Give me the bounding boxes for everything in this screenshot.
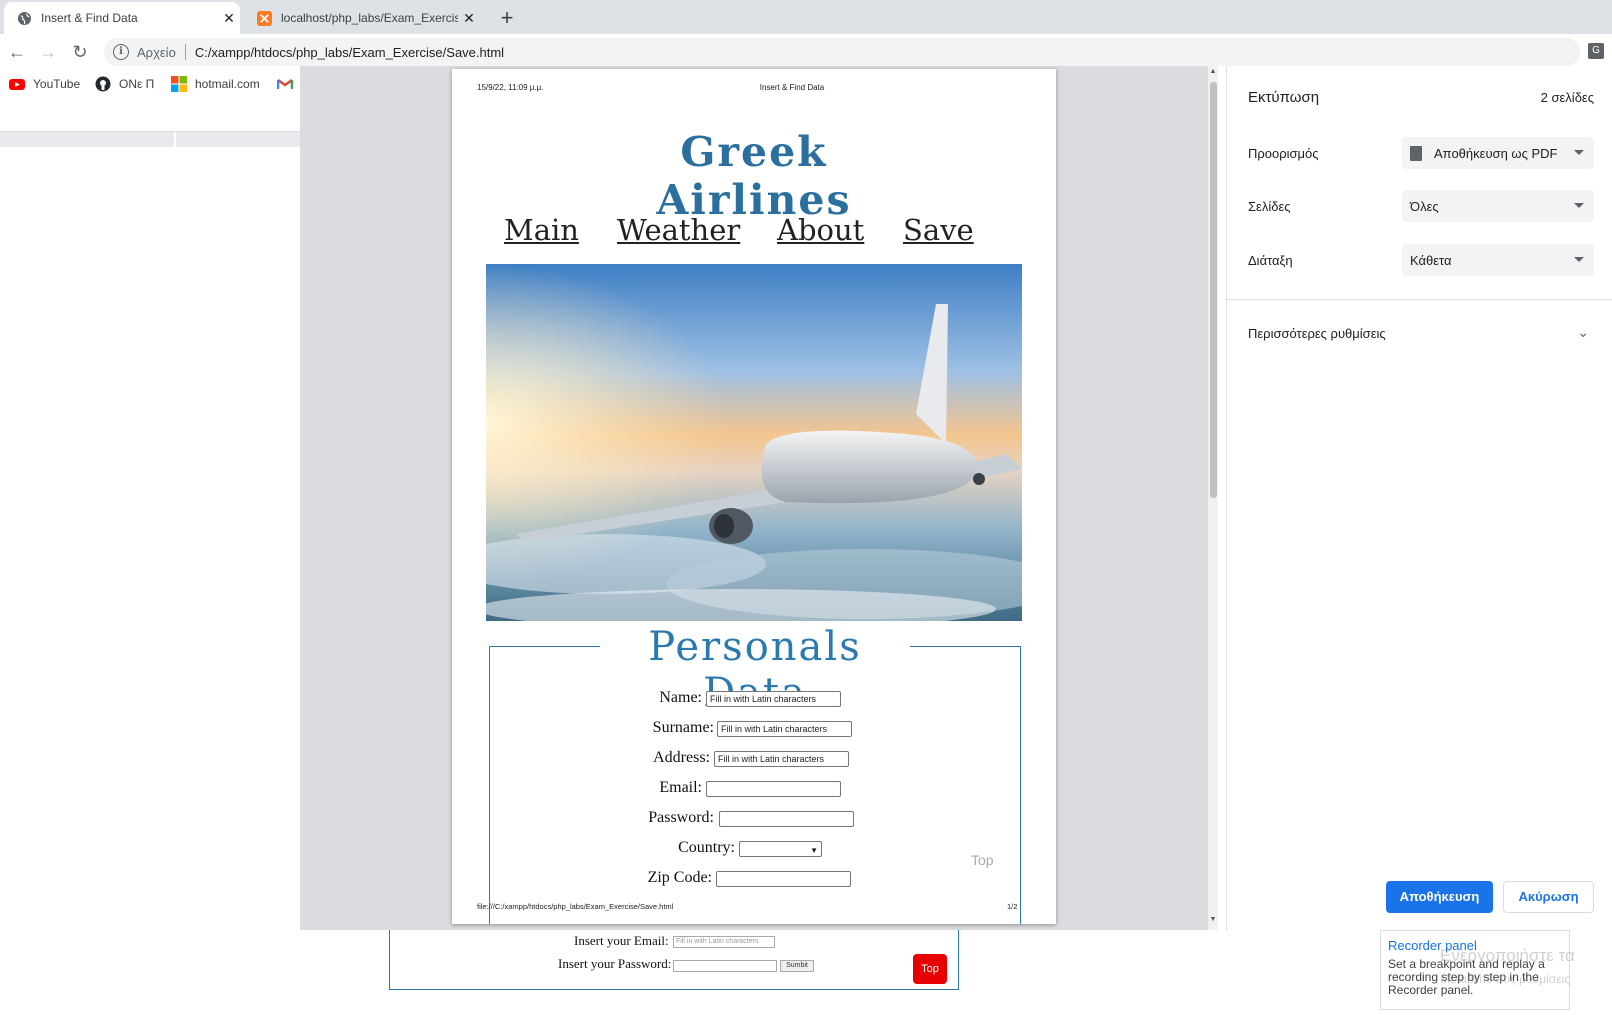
password-input[interactable] [719, 811, 854, 827]
bookmark-label: YouTube [33, 77, 81, 91]
page-count: 2 σελίδες [1540, 90, 1594, 105]
divider [184, 44, 186, 60]
field-label-surname: Surname: [652, 719, 714, 736]
field-label-email: Email: [659, 779, 702, 796]
page-strip [0, 131, 300, 148]
youtube-icon [9, 76, 25, 92]
field-label-country: Country: [678, 839, 735, 856]
email-input[interactable] [706, 781, 841, 797]
name-input[interactable]: Fill in with Latin characters [706, 691, 841, 707]
save-button[interactable]: Αποθήκευση [1386, 881, 1493, 913]
print-header-title: Insert & Find Data [759, 83, 825, 92]
bookmark-label: hotmail.com [195, 77, 260, 91]
nav-link-about[interactable]: About [777, 213, 864, 247]
cancel-button[interactable]: Ακύρωση [1503, 881, 1594, 913]
divider [1227, 299, 1612, 300]
print-header-date: 15/9/22, 11:09 μ.μ. [477, 83, 544, 92]
print-preview-page: 15/9/22, 11:09 μ.μ. Insert & Find Data G… [452, 69, 1056, 924]
tab-title: Insert & Find Data [41, 11, 138, 25]
url-scheme: Αρχείο [137, 44, 176, 60]
destination-label: Προορισμός [1248, 146, 1319, 161]
bg-email-input[interactable]: Fill in with Latin characters [673, 936, 775, 948]
bg-top-button[interactable]: Top [913, 954, 947, 984]
pages-value: Όλες [1410, 198, 1439, 214]
preview-scrollbar-thumb[interactable] [1210, 82, 1217, 498]
chevron-down-icon [1574, 203, 1584, 208]
field-label-name: Name: [659, 689, 702, 706]
bg-password-input[interactable] [673, 960, 777, 972]
back-icon[interactable]: ← [5, 40, 29, 64]
destination-value: Αποθήκευση ως PDF [1434, 145, 1558, 161]
globe-icon [16, 10, 32, 26]
divider [174, 132, 176, 148]
translate-icon[interactable]: G [1588, 43, 1604, 59]
bg-submit-button[interactable]: Sumbit [780, 960, 814, 972]
print-footer-url: file:///C:/xampp/htdocs/php_labs/Exam_Ex… [477, 902, 674, 911]
print-dialog-title: Εκτύπωση [1248, 89, 1320, 106]
nav-link-save[interactable]: Save [903, 213, 974, 247]
bookmark-youtube[interactable]: YouTube [9, 74, 80, 94]
reload-icon[interactable]: ↻ [68, 40, 92, 64]
destination-select[interactable]: Αποθήκευση ως PDF [1402, 137, 1594, 169]
activation-watermark: Ενεργοποιήστε τα [1440, 946, 1575, 965]
activation-watermark-sub: Μεταβείτε στις ρυθμίσεις [1440, 972, 1570, 986]
bookmark-label: ONε Π [119, 77, 155, 91]
nav-link-weather[interactable]: Weather [617, 213, 740, 247]
layout-select[interactable]: Κάθετα [1402, 244, 1594, 276]
bookmark-gmail[interactable] [276, 74, 301, 94]
layout-value: Κάθετα [1410, 252, 1452, 268]
chevron-down-icon [1574, 150, 1584, 155]
layout-label: Διάταξη [1248, 253, 1293, 268]
microsoft-icon [171, 76, 187, 92]
pages-label: Σελίδες [1248, 199, 1291, 214]
background-login-form [389, 920, 959, 990]
surname-input[interactable]: Fill in with Latin characters [717, 721, 852, 737]
close-tab-icon[interactable]: ✕ [458, 10, 480, 27]
field-label-zip: Zip Code: [647, 869, 712, 886]
new-tab-icon[interactable]: + [493, 5, 521, 33]
print-footer-page: 1/2 [1007, 902, 1018, 911]
address-bar[interactable]: i Αρχείο C:/xampp/htdocs/php_labs/Exam_E… [104, 38, 1580, 66]
tab-localhost[interactable]: localhost/php_labs/Exam_Exercise ✕ [244, 2, 480, 34]
tab-strip [0, 0, 1612, 34]
info-icon[interactable]: i [113, 44, 129, 60]
more-settings-toggle[interactable]: Περισσότερες ρυθμίσεις ⌄ [1248, 324, 1593, 345]
chevron-down-icon [1574, 257, 1584, 262]
tab-title: localhost/php_labs/Exam_Exercise [281, 11, 458, 25]
bookmark-hotmail[interactable]: hotmail.com [171, 74, 260, 94]
bg-password-label: Insert your Password: [558, 956, 672, 971]
more-settings-label: Περισσότερες ρυθμίσεις [1248, 326, 1386, 341]
scroll-down-icon[interactable]: ▼ [1208, 916, 1218, 923]
country-select[interactable]: ▼ [739, 841, 822, 857]
url-text[interactable]: C:/xampp/htdocs/php_labs/Exam_Exercise/S… [195, 45, 504, 60]
nav-link-main[interactable]: Main [504, 213, 579, 247]
site-title: Greek Airlines [656, 128, 852, 224]
address-input[interactable]: Fill in with Latin characters [714, 751, 849, 767]
forward-icon[interactable]: → [36, 40, 60, 64]
xampp-icon [256, 10, 272, 26]
chevron-down-icon: ⌄ [1577, 324, 1589, 340]
github-icon [95, 76, 111, 92]
pages-select[interactable]: Όλες [1402, 190, 1594, 222]
gmail-icon [276, 76, 294, 92]
airplane-hero-image [486, 264, 1022, 621]
field-label-address: Address: [653, 749, 710, 766]
zip-code-input[interactable] [716, 871, 851, 887]
top-link[interactable]: Top [971, 852, 994, 868]
bg-email-label: Insert your Email: [574, 933, 669, 948]
tab-insert-find-data[interactable]: Insert & Find Data ✕ [4, 2, 240, 34]
print-settings-panel: Εκτύπωση 2 σελίδες Προορισμός Αποθήκευση… [1226, 66, 1612, 930]
close-tab-icon[interactable]: ✕ [218, 10, 240, 27]
scroll-up-icon[interactable]: ▲ [1208, 68, 1218, 75]
file-icon [1410, 145, 1422, 161]
bookmark-github[interactable]: ONε Π [95, 74, 154, 94]
field-label-password: Password: [648, 809, 714, 826]
chevron-down-icon: ▼ [810, 846, 818, 855]
